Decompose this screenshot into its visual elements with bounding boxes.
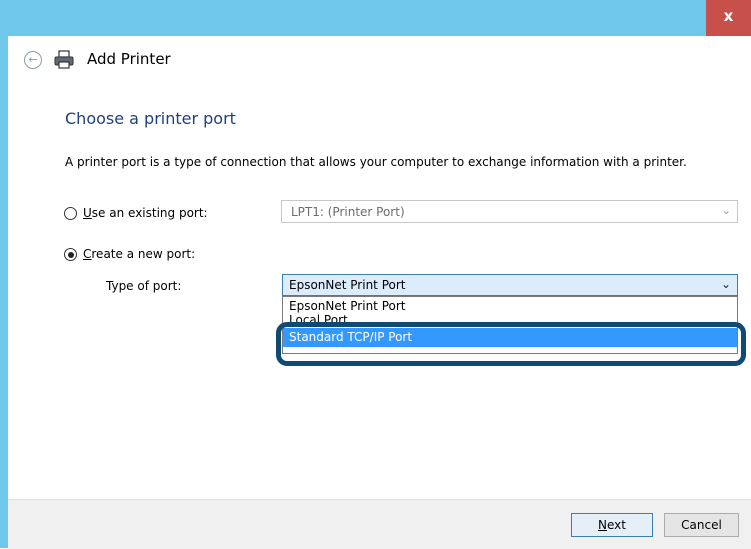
cancel-button[interactable]: Cancel <box>664 513 739 537</box>
window-frame: x ← Add Printer Choose a printer port A … <box>0 0 751 549</box>
title-bar[interactable]: x <box>0 0 751 36</box>
wizard-footer: Next Cancel <box>8 499 751 549</box>
wizard-title: Add Printer <box>87 50 171 68</box>
existing-port-value: LPT1: (Printer Port) <box>291 205 405 219</box>
close-button[interactable]: x <box>706 0 751 36</box>
type-of-port-label: Type of port: <box>106 279 182 293</box>
page-description: A printer port is a type of connection t… <box>65 155 687 169</box>
back-arrow-icon[interactable]: ← <box>24 51 42 69</box>
use-existing-port-label[interactable]: Use an existing port: <box>83 206 208 220</box>
page-heading: Choose a printer port <box>65 109 236 128</box>
chevron-down-icon[interactable]: ⌄ <box>721 277 731 291</box>
create-new-port-radio[interactable] <box>64 248 77 261</box>
printer-icon <box>54 50 74 69</box>
use-existing-port-radio[interactable] <box>64 207 77 220</box>
existing-port-select: LPT1: (Printer Port) ⌄ <box>281 200 738 223</box>
create-new-port-label[interactable]: Create a new port: <box>83 247 195 261</box>
next-button[interactable]: Next <box>571 513 653 537</box>
wizard-client-area: ← Add Printer Choose a printer port A pr… <box>8 36 751 549</box>
type-of-port-select[interactable]: EpsonNet Print Port ⌄ <box>282 274 738 296</box>
wizard-header: ← Add Printer <box>8 36 751 82</box>
chevron-down-icon: ⌄ <box>721 204 731 217</box>
radio-selected-dot <box>67 251 74 258</box>
callout-highlight-ring <box>276 322 746 366</box>
type-of-port-value: EpsonNet Print Port <box>289 278 406 292</box>
